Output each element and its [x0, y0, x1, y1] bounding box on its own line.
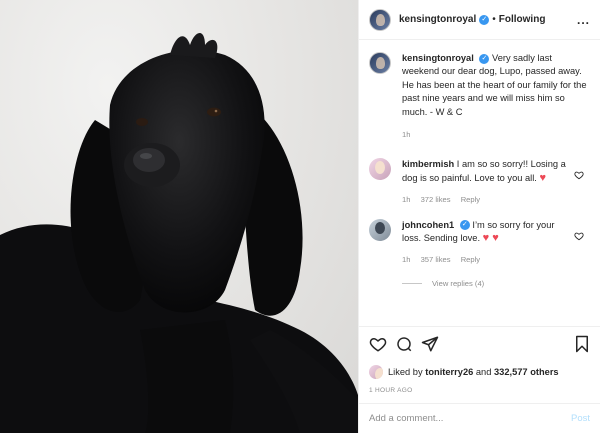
- author-avatar[interactable]: [369, 8, 391, 31]
- comment-author[interactable]: johncohen1: [402, 220, 454, 230]
- comment-author[interactable]: kimbermish: [402, 159, 454, 169]
- liked-by-prefix: Liked by: [388, 367, 423, 377]
- comment-item: johncohen1 ✓ I’m so sorry for your loss.…: [369, 218, 590, 267]
- comment-icon[interactable]: [395, 335, 413, 353]
- comments-section: kensingtonroyal ✓ Very sadly last weeken…: [359, 52, 600, 288]
- red-heart-emoji: ♥: [539, 171, 547, 184]
- author-username[interactable]: kensingtonroyal: [399, 14, 476, 25]
- reply-button[interactable]: Reply: [461, 195, 480, 204]
- caption-time[interactable]: 1h: [402, 130, 410, 139]
- likes-summary: Liked by toniterry26 and 332,577 others: [369, 365, 590, 379]
- commenter-avatar[interactable]: [369, 158, 391, 181]
- post-photo[interactable]: [0, 0, 358, 433]
- post-timestamp[interactable]: 1 HOUR AGO: [369, 387, 590, 394]
- like-comment-icon[interactable]: [574, 231, 584, 241]
- comment-likes[interactable]: 372 likes: [421, 195, 451, 204]
- share-icon[interactable]: [421, 335, 439, 353]
- commenter-avatar[interactable]: [369, 218, 391, 241]
- red-heart-emoji: ♥ ♥: [482, 232, 499, 245]
- view-replies-label: View replies (4): [432, 278, 485, 288]
- comment-likes[interactable]: 357 likes: [421, 255, 451, 264]
- following-button[interactable]: Following: [499, 14, 546, 25]
- heart-icon[interactable]: [369, 335, 387, 353]
- divider-line: [402, 282, 422, 284]
- post-header: kensingtonroyal ✓ • Following ...: [359, 0, 600, 40]
- likes-count[interactable]: 332,577 others: [494, 367, 559, 377]
- liker-username[interactable]: toniterry26: [425, 367, 473, 377]
- reply-button[interactable]: Reply: [461, 255, 480, 264]
- caption-avatar[interactable]: [369, 52, 391, 74]
- verified-icon: ✓: [479, 53, 490, 64]
- liker-avatar[interactable]: [369, 365, 383, 379]
- verified-icon: ✓: [459, 220, 470, 231]
- view-replies-button[interactable]: View replies (4): [402, 279, 590, 288]
- bookmark-icon[interactable]: [574, 335, 590, 353]
- caption-author[interactable]: kensingtonroyal: [402, 53, 474, 63]
- caption: kensingtonroyal ✓ Very sadly last weeken…: [369, 52, 590, 141]
- comment-time[interactable]: 1h: [402, 255, 410, 264]
- post-details-panel: kensingtonroyal ✓ • Following ... kensin…: [358, 0, 600, 433]
- dog-image: [0, 32, 358, 433]
- likes-middle: and: [475, 367, 492, 377]
- comment-input[interactable]: [369, 413, 571, 424]
- comment-time[interactable]: 1h: [402, 195, 410, 204]
- add-comment-bar: Post: [359, 403, 600, 433]
- like-comment-icon[interactable]: [574, 170, 584, 180]
- post-comment-button[interactable]: Post: [571, 413, 590, 424]
- verified-icon: ✓: [479, 14, 490, 25]
- comment-item: kimbermish I am so so sorry!! Losing a d…: [369, 158, 590, 206]
- post-actions: Liked by toniterry26 and 332,577 others …: [359, 326, 600, 394]
- more-options-icon[interactable]: ...: [577, 13, 590, 27]
- separator-dot: •: [492, 14, 496, 25]
